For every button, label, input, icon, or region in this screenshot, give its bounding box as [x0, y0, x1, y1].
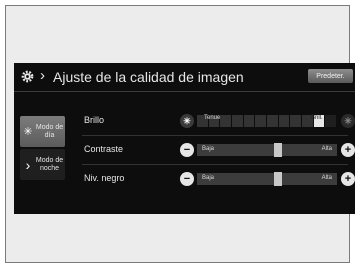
plus-icon[interactable]: +: [341, 143, 355, 157]
brightness-segment: [255, 115, 267, 127]
black-level-track[interactable]: Baja Alta: [197, 172, 337, 186]
sun-icon: ✳: [23, 126, 33, 138]
brightness-low-label: Tenue: [204, 115, 221, 121]
brightness-slider[interactable]: ✳ Tenue Brill. ✳: [180, 113, 355, 129]
brightness-segment: [220, 115, 232, 127]
black-level-label: Niv. negro: [84, 173, 125, 183]
mode-panel: ✳ Modo de día › Modo de noche: [20, 116, 65, 180]
night-mode-label-2: noche: [39, 164, 60, 172]
contrast-slider[interactable]: − Baja Alta +: [180, 142, 355, 158]
black-level-slider[interactable]: − Baja Alta +: [180, 171, 355, 187]
gear-icon[interactable]: [20, 69, 35, 84]
minus-icon[interactable]: −: [180, 143, 194, 157]
brightness-bright-icon[interactable]: ✳: [341, 114, 355, 128]
brightness-segment: [290, 115, 302, 127]
plus-icon[interactable]: +: [341, 172, 355, 186]
brightness-label: Brillo: [84, 115, 105, 125]
row-divider: [82, 164, 348, 165]
chevron-right-icon: ›: [40, 67, 45, 84]
brightness-segment: [232, 115, 243, 127]
brightness-dim-icon[interactable]: ✳: [180, 114, 194, 128]
contrast-label: Contraste: [84, 144, 124, 154]
black-level-high-label: Alta: [321, 175, 332, 181]
contrast-track[interactable]: Baja Alta: [197, 143, 337, 157]
contrast-thumb[interactable]: [274, 143, 282, 157]
day-mode-label-1: Modo de: [35, 123, 64, 131]
brightness-segment: [267, 115, 278, 127]
chevron-right-icon: ›: [25, 156, 31, 173]
black-level-low-label: Baja: [202, 175, 215, 181]
brightness-segment: [325, 115, 337, 127]
day-mode-label-2: día: [44, 131, 55, 139]
night-mode-button[interactable]: › Modo de noche: [20, 149, 65, 180]
default-button[interactable]: Predeter.: [308, 69, 353, 83]
night-mode-label-1: Modo de: [35, 156, 64, 164]
brightness-segment: [243, 115, 255, 127]
brightness-segment: [278, 115, 290, 127]
header-bar: › Ajuste de la calidad de imagen Predete…: [14, 63, 355, 92]
image-quality-screen: › Ajuste de la calidad de imagen Predete…: [14, 63, 355, 214]
minus-icon[interactable]: −: [180, 172, 194, 186]
brightness-high-label: Brill.: [311, 115, 323, 121]
black-level-thumb[interactable]: [274, 172, 282, 186]
day-mode-button[interactable]: ✳ Modo de día: [20, 116, 65, 147]
contrast-low-label: Baja: [202, 146, 215, 152]
page-title: Ajuste de la calidad de imagen: [53, 69, 244, 85]
contrast-high-label: Alta: [321, 146, 332, 152]
row-divider: [82, 135, 348, 136]
